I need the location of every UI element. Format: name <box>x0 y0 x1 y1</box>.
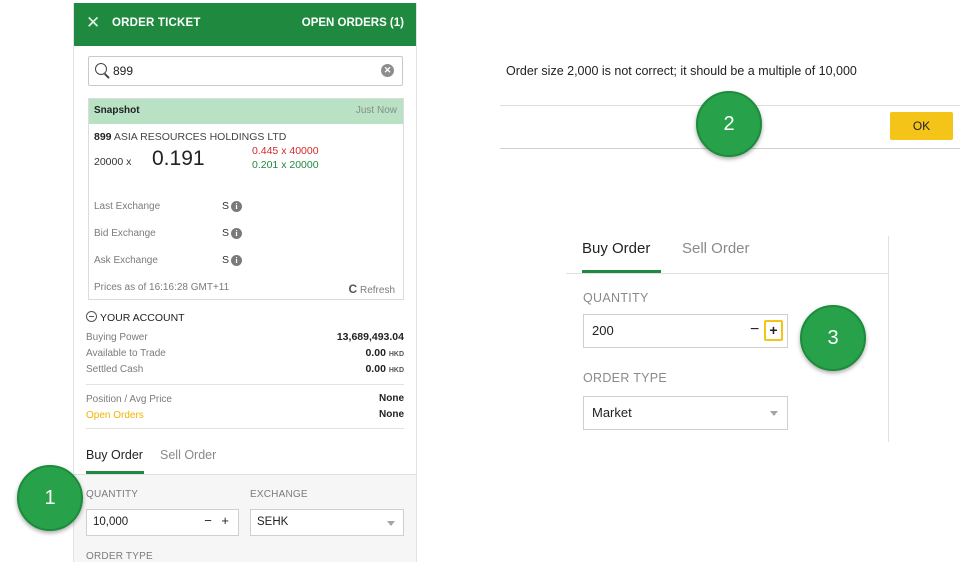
quantity-label: QUANTITY <box>86 489 139 500</box>
order-type-label: ORDER TYPE <box>583 371 668 385</box>
chevron-down-icon <box>770 411 778 416</box>
symbol-search-input[interactable]: 899 ✕ <box>88 56 403 86</box>
ask-exchange-label: Ask Exchange <box>94 255 158 266</box>
snapshot-title: Snapshot <box>94 105 140 116</box>
open-orders-value: None <box>379 409 404 420</box>
search-icon <box>95 63 107 75</box>
tab-buy-order[interactable]: Buy Order <box>582 240 650 257</box>
refresh-button[interactable]: C Refresh <box>349 282 395 296</box>
quantity-value: 200 <box>592 323 614 338</box>
buying-power-label: Buying Power <box>86 332 148 343</box>
decrement-button[interactable]: − <box>750 321 759 339</box>
your-account-title: YOUR ACCOUNT <box>100 312 185 324</box>
increment-button[interactable]: + <box>764 320 783 341</box>
step-badge-3: 3 <box>800 305 866 371</box>
security-name: 899 ASIA RESOURCES HOLDINGS LTD <box>94 131 286 143</box>
last-exchange-code: S <box>222 200 230 212</box>
tab-sell-order[interactable]: Sell Order <box>682 240 750 257</box>
available-to-trade-value: 0.00 HKD <box>365 347 404 359</box>
currency-label: HKD <box>388 367 404 374</box>
ask-quote: 0.445 x 40000 <box>252 145 319 157</box>
tab-divider <box>566 273 888 274</box>
order-ticket-title: ORDER TICKET <box>112 17 201 29</box>
your-account-toggle[interactable]: YOUR ACCOUNT <box>86 311 185 324</box>
clear-search-icon[interactable]: ✕ <box>381 64 394 77</box>
tab-sell-order[interactable]: Sell Order <box>160 448 216 462</box>
step-badge-2: 2 <box>696 91 762 157</box>
last-exchange-value: Si <box>222 200 243 212</box>
ask-exchange-value: Si <box>222 254 243 266</box>
bid-quote: 0.201 x 20000 <box>252 159 319 171</box>
bid-exchange-value: Si <box>222 227 243 239</box>
exchange-label: EXCHANGE <box>250 489 308 500</box>
exchange-select[interactable]: SEHK <box>250 509 404 536</box>
search-value: 899 <box>113 64 134 78</box>
tab-buy-order[interactable]: Buy Order <box>86 448 143 462</box>
chevron-down-icon <box>387 521 395 526</box>
bid-exchange-code: S <box>222 227 230 239</box>
buying-power-value: 13,689,493.04 <box>336 331 404 343</box>
position-value: None <box>379 393 404 404</box>
info-icon[interactable]: i <box>231 200 243 212</box>
order-ticket-header: ✕ ORDER TICKET OPEN ORDERS (1) <box>74 3 416 46</box>
refresh-icon: C <box>348 282 358 296</box>
snapshot-card: Snapshot Just Now 899 ASIA RESOURCES HOL… <box>88 98 404 300</box>
divider <box>86 384 404 385</box>
ok-button[interactable]: OK <box>890 112 953 140</box>
order-type-label: ORDER TYPE <box>86 551 153 562</box>
collapse-icon <box>86 311 97 322</box>
snapshot-header: Snapshot Just Now <box>89 99 403 124</box>
last-volume: 20000 x <box>94 156 132 168</box>
close-icon[interactable]: ✕ <box>86 13 100 33</box>
snapshot-time: Just Now <box>355 105 397 116</box>
currency-label: HKD <box>388 351 404 358</box>
divider <box>86 428 404 429</box>
available-to-trade-label: Available to Trade <box>86 348 166 359</box>
quantity-input[interactable]: 200 − + <box>583 314 788 348</box>
error-message: Order size 2,000 is not correct; it shou… <box>506 64 857 78</box>
open-orders-link[interactable]: OPEN ORDERS (1) <box>302 17 404 29</box>
bid-exchange-label: Bid Exchange <box>94 228 156 239</box>
last-exchange-label: Last Exchange <box>94 201 161 212</box>
quantity-stepper[interactable]: − + <box>204 513 232 528</box>
settled-cash-label: Settled Cash <box>86 364 144 375</box>
ask-exchange-code: S <box>222 254 230 266</box>
available-to-trade-amount: 0.00 <box>365 347 386 359</box>
settled-cash-amount: 0.00 <box>365 363 386 375</box>
order-type-select[interactable]: Market <box>583 396 788 430</box>
order-type-value: Market <box>592 405 632 420</box>
settled-cash-value: 0.00 HKD <box>365 363 404 375</box>
refresh-label: Refresh <box>359 285 395 296</box>
step-badge-1: 1 <box>17 465 83 531</box>
security-code: 899 <box>94 131 112 143</box>
info-icon[interactable]: i <box>231 254 243 266</box>
open-orders-account-link[interactable]: Open Orders <box>86 410 144 421</box>
last-price: 0.191 <box>152 147 205 170</box>
position-label: Position / Avg Price <box>86 394 172 405</box>
order-ticket-panel: ✕ ORDER TICKET OPEN ORDERS (1) 899 ✕ Sna… <box>73 3 417 562</box>
company-name: ASIA RESOURCES HOLDINGS LTD <box>113 131 287 143</box>
prices-as-of: Prices as of 16:16:28 GMT+11 <box>94 282 230 293</box>
exchange-value: SEHK <box>257 516 289 528</box>
quantity-input[interactable]: 10,000 − + <box>86 509 239 536</box>
quantity-value: 10,000 <box>93 516 129 528</box>
panel-edge <box>888 236 889 442</box>
info-icon[interactable]: i <box>231 227 243 239</box>
quantity-label: QUANTITY <box>583 291 649 305</box>
